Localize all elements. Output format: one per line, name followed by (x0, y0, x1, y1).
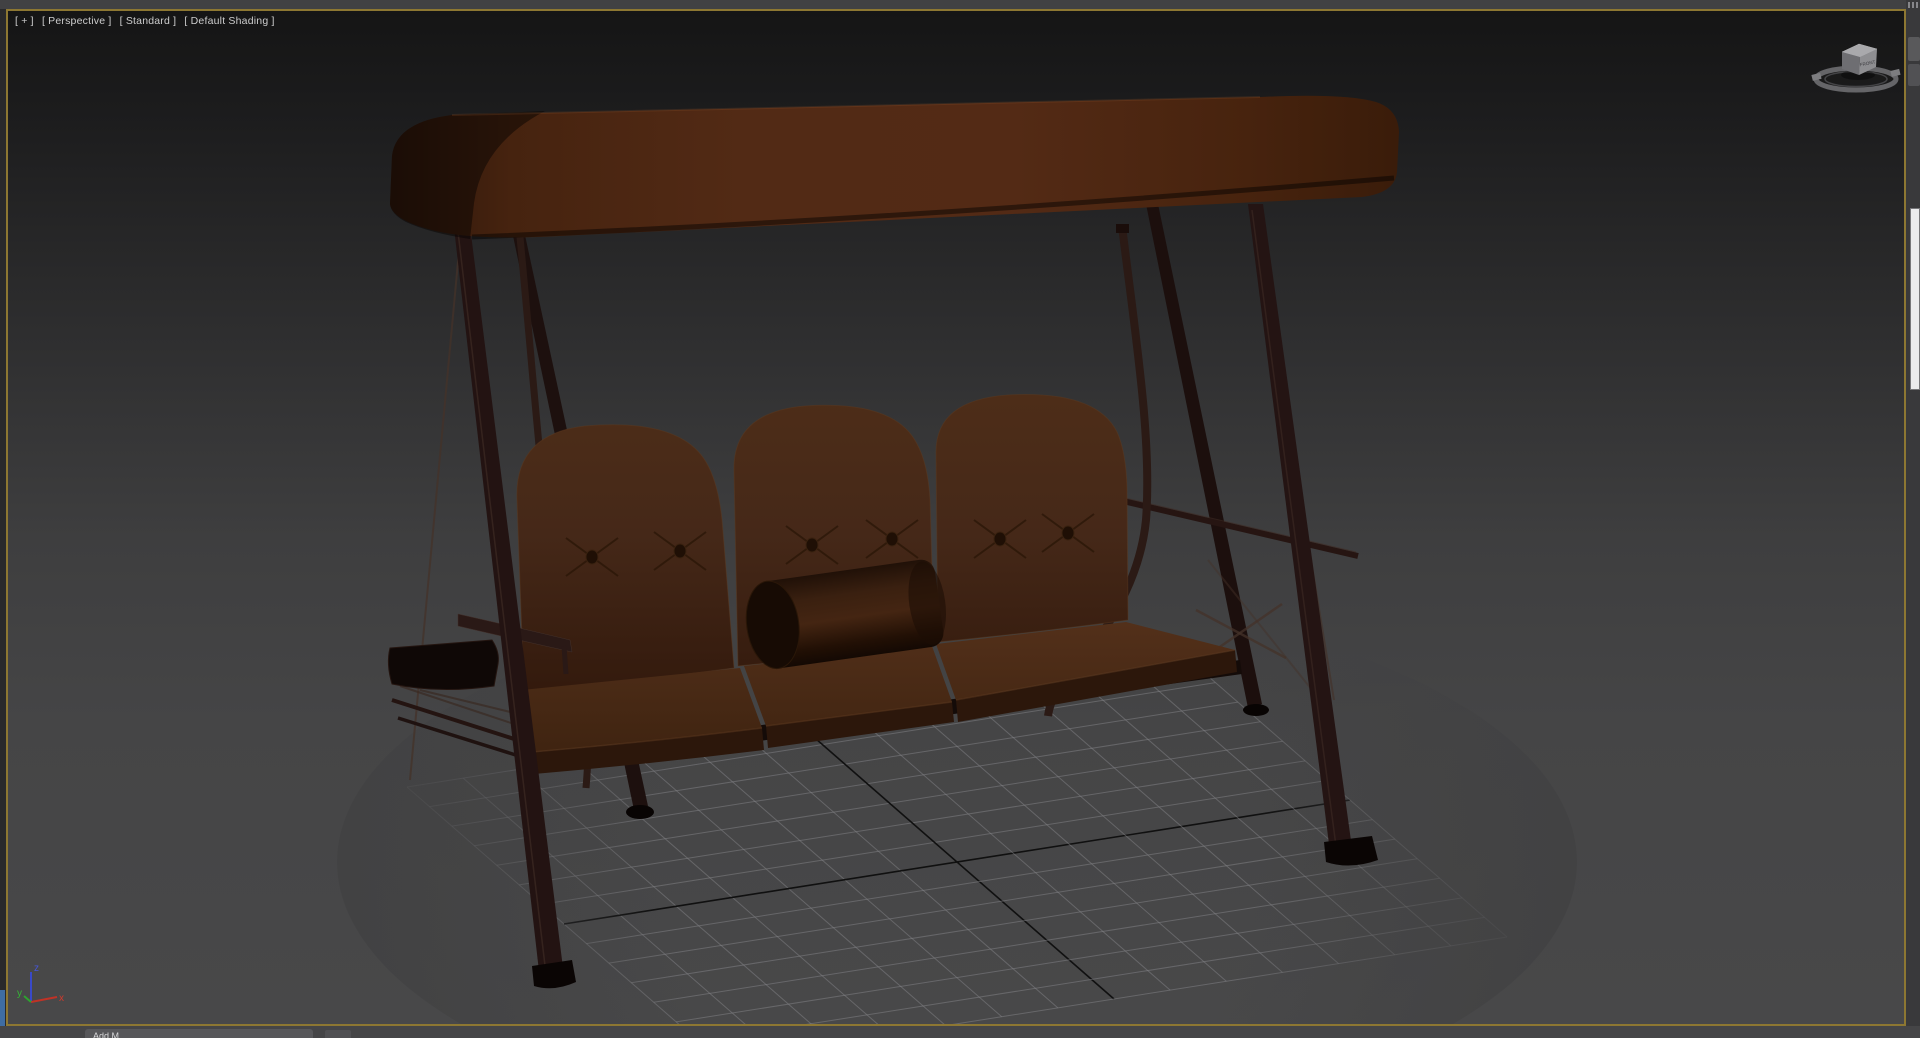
left-brace-rod (409, 239, 461, 781)
x-axis-label: x (59, 993, 64, 1004)
viewport-menu-renderer[interactable]: [ Standard ] (120, 15, 177, 27)
axis-tripod-gizmo: z x y (17, 963, 64, 1004)
panel-tiny-text (1908, 2, 1919, 8)
command-panel-edge (1906, 0, 1920, 1038)
bottom-bar: Add M (0, 1026, 1920, 1038)
panel-scrollbar-thumb[interactable] (1910, 208, 1920, 390)
add-modifier-button[interactable]: Add M (85, 1029, 313, 1038)
y-axis-line (23, 995, 32, 1003)
viewport-label: [ + ] [ Perspective ] [ Standard ] [ Def… (15, 15, 280, 27)
back-cushion-right (935, 393, 1129, 643)
x-axis-line (30, 996, 58, 1003)
bottom-bar-small-button[interactable] (325, 1030, 351, 1038)
3d-app-window: Add M [ + ] [ Perspective ] [ Standard ]… (0, 0, 1920, 1038)
panel-partial-button[interactable] (1908, 64, 1920, 86)
viewport-menu-general[interactable]: [ + ] (15, 15, 34, 27)
viewcube[interactable]: FRONT (1811, 43, 1901, 93)
canopy (390, 95, 1399, 240)
left-side-tray (387, 639, 499, 691)
viewport-menu-shading[interactable]: [ Default Shading ] (184, 15, 274, 27)
z-axis-label: z (34, 963, 39, 974)
viewport-layout-tab[interactable] (0, 990, 5, 1028)
back-cushion-left (516, 424, 735, 693)
perspective-viewport[interactable]: [ + ] [ Perspective ] [ Standard ] [ Def… (8, 11, 1904, 1024)
panel-partial-button[interactable] (1908, 37, 1920, 61)
viewport-menu-pov[interactable]: [ Perspective ] (42, 15, 112, 27)
top-chrome-strip (0, 0, 1920, 9)
y-axis-label: y (17, 988, 22, 999)
viewport-canvas[interactable]: z x y FRONT (8, 11, 1904, 1024)
left-chrome-strip (0, 9, 6, 1038)
